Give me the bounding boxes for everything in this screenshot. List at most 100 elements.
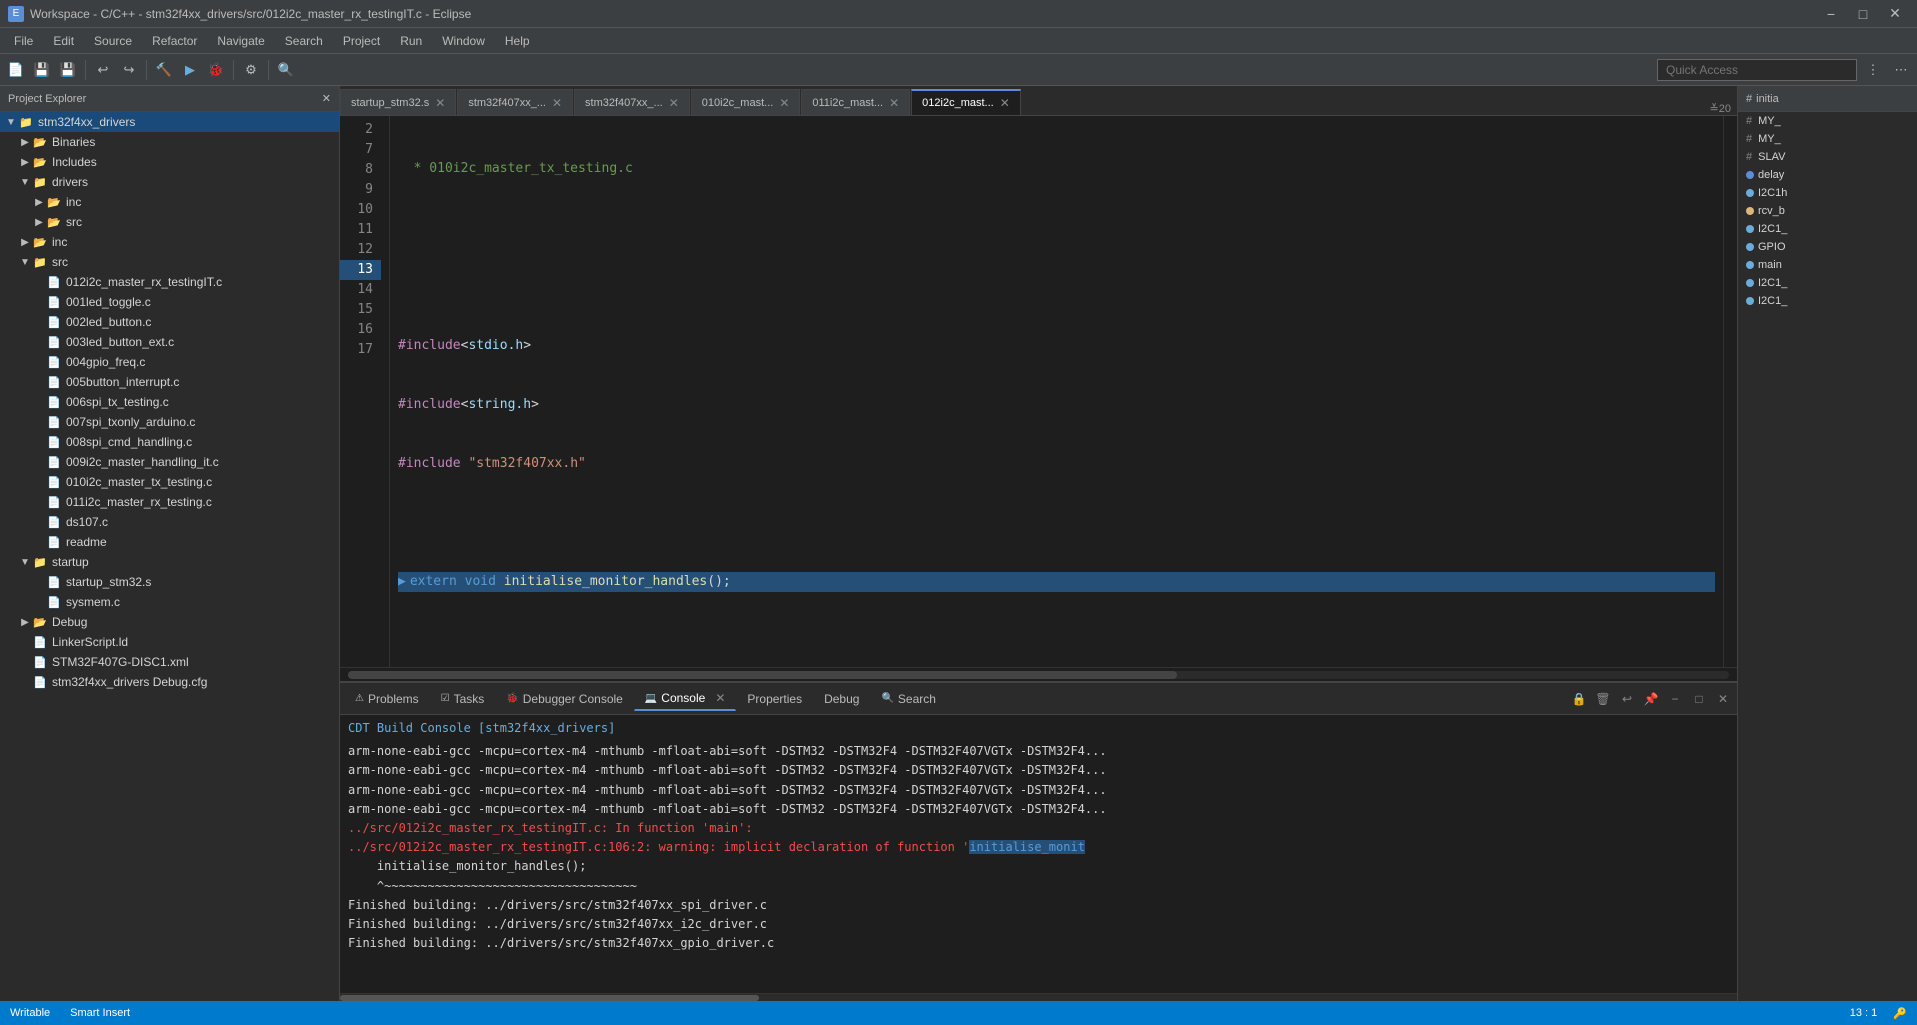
bottom-tab-search[interactable]: 🔍 Search xyxy=(870,687,946,711)
tree-item-012[interactable]: 📄 012i2c_master_rx_testingIT.c xyxy=(0,272,339,292)
tree-item-002[interactable]: 📄 002led_button.c xyxy=(0,312,339,332)
tab-close-startup[interactable]: ✕ xyxy=(435,96,445,110)
pin-btn[interactable]: 📌 xyxy=(1641,689,1661,709)
outline-item-delay[interactable]: delay xyxy=(1738,166,1917,184)
maximize-panel-btn[interactable]: □ xyxy=(1689,689,1709,709)
outline-item-i2c1-2[interactable]: I2C1_ xyxy=(1738,274,1917,292)
extern-tools-button[interactable]: ⚙ xyxy=(239,58,263,82)
outline-item-main[interactable]: main xyxy=(1738,256,1917,274)
close-button[interactable]: ✕ xyxy=(1881,3,1909,25)
tab-stm32f407-1[interactable]: stm32f407xx_... ✕ xyxy=(457,89,573,115)
tree-item-004[interactable]: 📄 004gpio_freq.c xyxy=(0,352,339,372)
tree-item-binaries[interactable]: ▶ 📂 Binaries xyxy=(0,132,339,152)
tree-item-008[interactable]: 📄 008spi_cmd_handling.c xyxy=(0,432,339,452)
word-wrap-btn[interactable]: ↩ xyxy=(1617,689,1637,709)
outline-dot-i2c1-1 xyxy=(1746,225,1754,233)
tab-close-stm32f407-1[interactable]: ✕ xyxy=(552,96,562,110)
tree-item-startup-s[interactable]: 📄 startup_stm32.s xyxy=(0,572,339,592)
tree-item-011[interactable]: 📄 011i2c_master_rx_testing.c xyxy=(0,492,339,512)
outline-item-i2c1-3[interactable]: I2C1_ xyxy=(1738,292,1917,310)
build-button[interactable]: 🔨 xyxy=(152,58,176,82)
editor-scrollbar[interactable] xyxy=(1723,116,1737,667)
tree-item-007[interactable]: 📄 007spi_txonly_arduino.c xyxy=(0,412,339,432)
menu-file[interactable]: File xyxy=(4,28,43,54)
tab-011[interactable]: 011i2c_mast... ✕ xyxy=(801,89,910,115)
outline-item-rcvb[interactable]: rcv_b xyxy=(1738,202,1917,220)
menu-window[interactable]: Window xyxy=(432,28,495,54)
tree-item-includes[interactable]: ▶ 📂 Includes xyxy=(0,152,339,172)
bottom-tab-close-console[interactable]: ✕ xyxy=(715,691,725,705)
menu-edit[interactable]: Edit xyxy=(43,28,84,54)
tree-item-readme[interactable]: 📄 readme xyxy=(0,532,339,552)
tree-item-drivers[interactable]: ▼ 📁 drivers xyxy=(0,172,339,192)
code-area[interactable]: * 010i2c_master_tx_testing.c #include<st… xyxy=(390,116,1723,667)
tab-stm32f407-2[interactable]: stm32f407xx_... ✕ xyxy=(574,89,690,115)
outline-item-i2c1h[interactable]: I2C1h xyxy=(1738,184,1917,202)
save-button[interactable]: 💾 xyxy=(30,58,54,82)
tree-item-006[interactable]: 📄 006spi_tx_testing.c xyxy=(0,392,339,412)
search-button[interactable]: 🔍 xyxy=(274,58,298,82)
outline-item-slav[interactable]: # SLAV xyxy=(1738,148,1917,166)
menu-run[interactable]: Run xyxy=(390,28,432,54)
new-button[interactable]: 📄 xyxy=(4,58,28,82)
outline-item-my[interactable]: # MY_ xyxy=(1738,112,1917,130)
tree-item-ds107[interactable]: 📄 ds107.c xyxy=(0,512,339,532)
menu-source[interactable]: Source xyxy=(84,28,142,54)
tree-item-003[interactable]: 📄 003led_button_ext.c xyxy=(0,332,339,352)
tree-item-drivers-src[interactable]: ▶ 📂 src xyxy=(0,212,339,232)
clear-btn[interactable]: 🗑 xyxy=(1593,689,1613,709)
menu-project[interactable]: Project xyxy=(333,28,390,54)
bottom-tab-tasks[interactable]: ☑ Tasks xyxy=(430,687,496,711)
bottom-tab-debugger[interactable]: 🐞 Debugger Console xyxy=(495,687,634,711)
bottom-tab-console[interactable]: 💻 Console ✕ xyxy=(634,686,737,711)
tree-item-startup[interactable]: ▼ 📁 startup xyxy=(0,552,339,572)
menu-search[interactable]: Search xyxy=(275,28,333,54)
tree-item-inc[interactable]: ▶ 📂 inc xyxy=(0,232,339,252)
tab-startup[interactable]: startup_stm32.s ✕ xyxy=(340,89,456,115)
minimize-button[interactable]: − xyxy=(1817,3,1845,25)
console-scrollbar[interactable] xyxy=(340,993,1737,1001)
tree-item-010[interactable]: 📄 010i2c_master_tx_testing.c xyxy=(0,472,339,492)
back-button[interactable]: ↩ xyxy=(91,58,115,82)
tree-item-005[interactable]: 📄 005button_interrupt.c xyxy=(0,372,339,392)
quick-access-input[interactable] xyxy=(1657,59,1857,81)
menu-help[interactable]: Help xyxy=(495,28,540,54)
tab-012[interactable]: 012i2c_mast... ✕ xyxy=(911,89,1021,115)
outline-item-gpio[interactable]: GPIO xyxy=(1738,238,1917,256)
tree-item-001[interactable]: 📄 001led_toggle.c xyxy=(0,292,339,312)
maximize-button[interactable]: □ xyxy=(1849,3,1877,25)
save-all-button[interactable]: 💾 xyxy=(56,58,80,82)
tree-item-debug[interactable]: ▶ 📂 Debug xyxy=(0,612,339,632)
editor-hscroll[interactable] xyxy=(340,667,1737,681)
menu-navigate[interactable]: Navigate xyxy=(207,28,274,54)
debug-button[interactable]: 🐞 xyxy=(204,58,228,82)
bottom-tab-debug[interactable]: Debug xyxy=(813,687,870,711)
view-button[interactable]: ⋯ xyxy=(1889,58,1913,82)
tree-item-sysmem[interactable]: 📄 sysmem.c xyxy=(0,592,339,612)
sidebar-close-icon[interactable]: ✕ xyxy=(322,92,331,105)
tree-item-009[interactable]: 📄 009i2c_master_handling_it.c xyxy=(0,452,339,472)
tab-close-012[interactable]: ✕ xyxy=(1000,96,1010,110)
window-controls[interactable]: − □ ✕ xyxy=(1817,3,1909,25)
minimize-panel-btn[interactable]: − xyxy=(1665,689,1685,709)
tab-010[interactable]: 010i2c_mast... ✕ xyxy=(691,89,801,115)
tree-item-linker[interactable]: 📄 LinkerScript.ld xyxy=(0,632,339,652)
outline-item-my2[interactable]: # MY_ xyxy=(1738,130,1917,148)
tree-item-debug-cfg[interactable]: 📄 stm32f4xx_drivers Debug.cfg xyxy=(0,672,339,692)
scroll-lock-btn[interactable]: 🔒 xyxy=(1569,689,1589,709)
outline-item-i2c1-1[interactable]: I2C1_ xyxy=(1738,220,1917,238)
menu-refactor[interactable]: Refactor xyxy=(142,28,207,54)
perspective-button[interactable]: ⋮ xyxy=(1861,58,1885,82)
forward-button[interactable]: ↪ xyxy=(117,58,141,82)
tree-item-root[interactable]: ▼ 📁 stm32f4xx_drivers xyxy=(0,112,339,132)
bottom-tab-properties[interactable]: Properties xyxy=(736,687,813,711)
close-panel-btn[interactable]: ✕ xyxy=(1713,689,1733,709)
tree-item-drivers-inc[interactable]: ▶ 📂 inc xyxy=(0,192,339,212)
tree-item-stm32g[interactable]: 📄 STM32F407G-DISC1.xml xyxy=(0,652,339,672)
tree-item-src[interactable]: ▼ 📁 src xyxy=(0,252,339,272)
run-button[interactable]: ▶ xyxy=(178,58,202,82)
tab-close-011[interactable]: ✕ xyxy=(889,96,899,110)
tab-close-stm32f407-2[interactable]: ✕ xyxy=(669,96,679,110)
bottom-tab-problems[interactable]: ⚠ Problems xyxy=(344,687,430,711)
tab-close-010[interactable]: ✕ xyxy=(779,96,789,110)
